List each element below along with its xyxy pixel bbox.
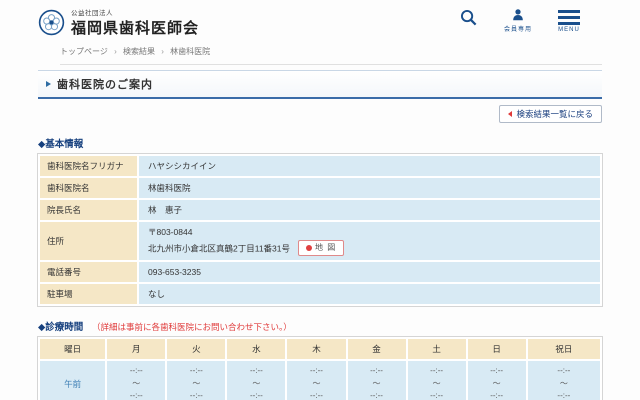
org-name: 福岡県歯科医師会	[71, 20, 200, 37]
col-header: 日	[467, 339, 526, 360]
table-row: 電話番号 093-653-3235	[40, 262, 600, 283]
breadcrumb: トップページ › 検索結果 › 林歯科医院	[60, 42, 602, 65]
table-row: 駐車場 なし	[40, 284, 600, 305]
hours-heading: ◆診療時間	[38, 322, 84, 334]
back-arrow-icon	[508, 111, 513, 117]
col-header: 木	[287, 339, 346, 360]
col-header: 火	[167, 339, 226, 360]
am-label: 午前	[40, 361, 106, 400]
col-header: 月	[107, 339, 166, 360]
page-title: 歯科医院のご案内	[57, 79, 153, 91]
hours-cell: --:-- ～ --:--	[227, 361, 286, 400]
row-label: 歯科医院名フリガナ	[40, 156, 137, 176]
parking-value: なし	[139, 284, 600, 305]
hamburger-icon	[558, 8, 580, 25]
street-address: 北九州市小倉北区真鶴2丁目11番31号	[148, 242, 291, 253]
dental-association-logo-icon	[38, 9, 65, 36]
site-header: 公益社団法人 福岡県歯科医師会 会員専用 MENU	[38, 0, 602, 42]
col-header: 祝日	[527, 339, 600, 360]
basic-info-table: 歯科医院名フリガナ ハヤシシカイイン 歯科医院名 林歯科医院 院長氏名 林 惠子…	[37, 152, 603, 308]
page-title-bar: 歯科医院のご案内	[38, 70, 602, 99]
row-label: 院長氏名	[40, 200, 137, 220]
map-button-label: 地 図	[315, 242, 337, 252]
table-row: 院長氏名 林 惠子	[40, 200, 600, 220]
org-type-label: 公益社団法人	[71, 10, 113, 17]
breadcrumb-separator: ›	[114, 47, 117, 56]
clinic-name-kana-value: ハヤシシカイイン	[139, 156, 600, 176]
member-only-button[interactable]: 会員専用	[504, 8, 532, 33]
row-label: 住所	[40, 222, 137, 261]
title-arrow-icon	[46, 81, 51, 87]
breadcrumb-current: 林歯科医院	[170, 47, 211, 56]
row-label: 駐車場	[40, 284, 137, 305]
hours-cell: --:-- ～ --:--	[107, 361, 166, 400]
map-pin-icon	[306, 244, 313, 251]
breadcrumb-top-page[interactable]: トップページ	[60, 47, 108, 56]
member-person-icon	[511, 8, 525, 22]
hours-cell: --:-- ～ --:--	[347, 361, 406, 400]
hours-cell: --:-- ～ --:--	[407, 361, 466, 400]
col-header: 土	[407, 339, 466, 360]
hours-cell: --:-- ～ --:--	[527, 361, 600, 400]
map-button[interactable]: 地 図	[298, 239, 345, 257]
menu-button[interactable]: MENU	[558, 8, 580, 33]
phone-number-value: 093-653-3235	[139, 262, 600, 283]
col-header: 曜日	[40, 339, 106, 360]
row-label: 電話番号	[40, 262, 137, 283]
back-button-label: 検索結果一覧に戻る	[516, 109, 593, 119]
director-name-value: 林 惠子	[139, 200, 600, 220]
member-only-label: 会員専用	[503, 27, 532, 33]
search-button[interactable]	[459, 8, 478, 27]
address-value: 〒803-0844 北九州市小倉北区真鶴2丁目11番31号 地 図	[139, 222, 600, 261]
breadcrumb-separator: ›	[161, 47, 164, 56]
hours-note: （詳細は事前に各歯科医院にお問い合わせ下さい。）	[91, 322, 292, 333]
row-label: 歯科医院名	[40, 178, 137, 198]
menu-label: MENU	[558, 26, 580, 33]
hours-table: 曜日 月 火 水 木 金 土 日 祝日 午前 --:-- ～ --:-- --:…	[37, 336, 603, 400]
hours-header-row: 曜日 月 火 水 木 金 土 日 祝日	[40, 339, 600, 360]
breadcrumb-search-results[interactable]: 検索結果	[123, 47, 155, 56]
table-row: 歯科医院名 林歯科医院	[40, 178, 600, 198]
col-header: 金	[347, 339, 406, 360]
col-header: 水	[227, 339, 286, 360]
hours-cell: --:-- ～ --:--	[287, 361, 346, 400]
table-row: 住所 〒803-0844 北九州市小倉北区真鶴2丁目11番31号 地 図	[40, 222, 600, 261]
clinic-name-value: 林歯科医院	[139, 178, 600, 198]
table-row: 歯科医院名フリガナ ハヤシシカイイン	[40, 156, 600, 176]
hours-row-am: 午前 --:-- ～ --:-- --:-- ～ --:-- --:-- ～ -…	[40, 361, 600, 400]
hours-cell: --:-- ～ --:--	[467, 361, 526, 400]
back-to-results-button[interactable]: 検索結果一覧に戻る	[499, 105, 602, 123]
postal-code: 〒803-0844	[148, 227, 193, 237]
hours-cell: --:-- ～ --:--	[167, 361, 226, 400]
basic-info-heading: ◆基本情報	[38, 139, 84, 150]
search-icon	[459, 8, 478, 27]
